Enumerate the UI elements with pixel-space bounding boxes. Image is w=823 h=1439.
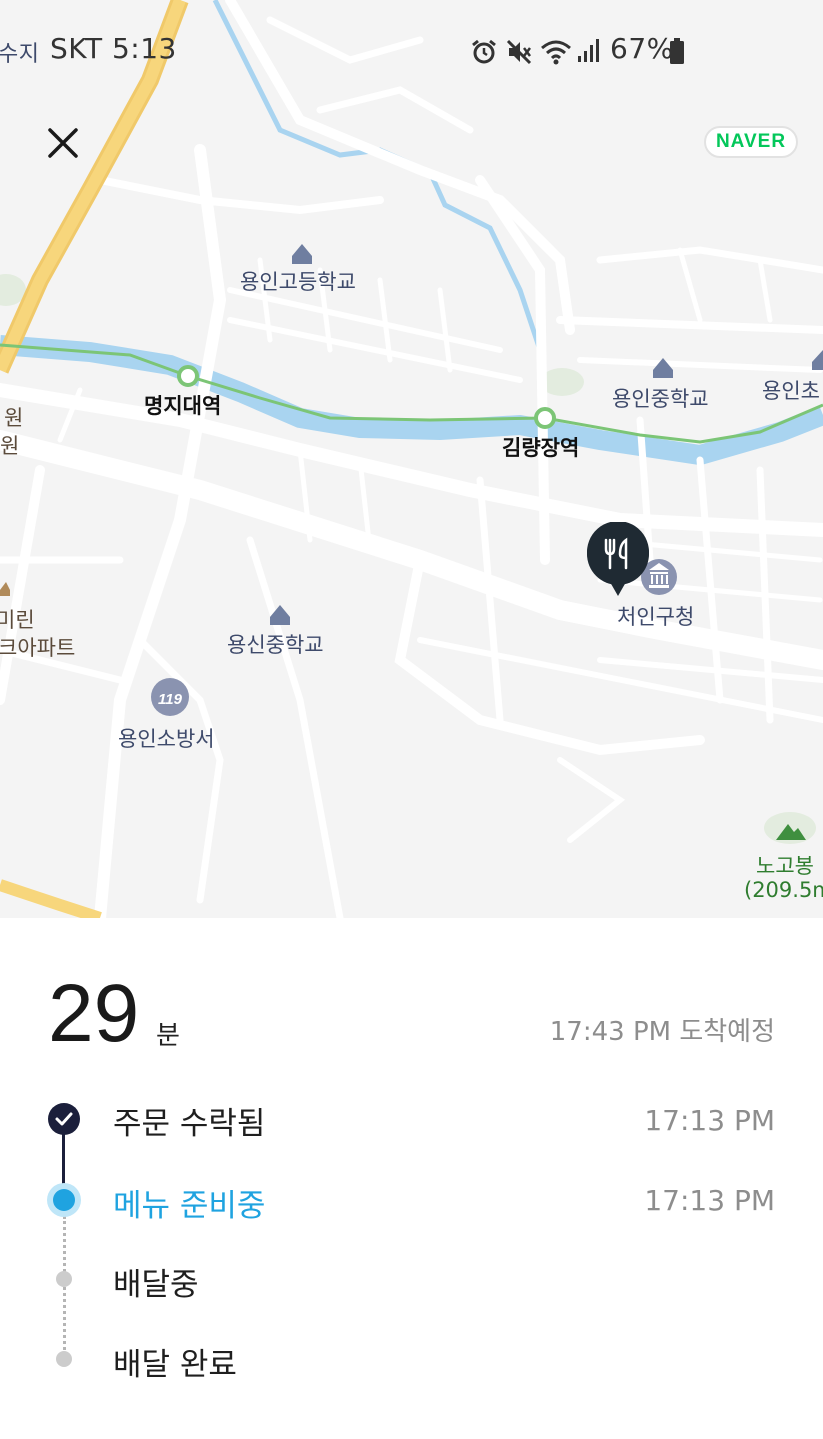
map-label-left-a: 원 xyxy=(4,406,24,430)
battery-percent: 67% xyxy=(610,32,674,65)
step-pending-dot xyxy=(56,1271,72,1287)
naver-logo: NAVER xyxy=(704,126,798,158)
step-pending-dot xyxy=(56,1351,72,1367)
close-button[interactable] xyxy=(38,118,88,168)
eta-minutes: 29 xyxy=(48,968,140,1059)
svg-text:119: 119 xyxy=(158,691,183,708)
mute-icon xyxy=(506,39,532,65)
map-label-mountain: 노고봉 xyxy=(756,854,814,878)
step-active-dot xyxy=(47,1183,81,1217)
check-icon xyxy=(55,1112,73,1126)
battery-icon xyxy=(670,38,684,64)
restaurant-pin-icon[interactable] xyxy=(586,522,650,598)
step-label-accepted: 주문 수락됨 xyxy=(113,1106,266,1142)
step-label-delivered: 배달 완료 xyxy=(113,1347,237,1383)
map-label-mountain-height: (209.5m xyxy=(744,878,823,902)
map-label-gov[interactable]: 처인구청 xyxy=(617,601,694,631)
eta-arrival-time: 17:43 PM 도착예정 xyxy=(549,1017,775,1047)
map-view[interactable]: 119 수지 SKT 5:13 67% NAVER 용인고등학교 명지대역 용인… xyxy=(0,0,823,918)
step-time-accepted: 17:13 PM xyxy=(644,1104,775,1137)
map-canvas[interactable]: 119 xyxy=(0,0,823,918)
map-label-school-middle[interactable]: 용인중학교 xyxy=(612,383,709,413)
status-carrier-time: SKT 5:13 xyxy=(50,32,177,65)
restaurant-pin[interactable] xyxy=(586,522,650,598)
eta-unit: 분 xyxy=(156,1021,180,1051)
map-label-school-yongsin[interactable]: 용신중학교 xyxy=(227,629,324,659)
map-label-station-myongji[interactable]: 명지대역 xyxy=(144,390,221,420)
signal-icon xyxy=(578,39,599,62)
step-label-preparing: 메뉴 준비중 xyxy=(113,1188,266,1224)
map-label-school-high[interactable]: 용인고등학교 xyxy=(240,266,356,296)
map-label-left-b: 원 xyxy=(0,434,20,458)
school-icon xyxy=(812,350,823,370)
school-icon xyxy=(292,244,312,264)
close-icon[interactable] xyxy=(38,118,88,168)
delivery-status-sheet: 29 분 17:43 PM 도착예정 주문 수락됨 17:13 PM 메뉴 준비… xyxy=(0,918,823,1439)
step-label-delivering: 배달중 xyxy=(113,1267,199,1303)
status-prev-place: 수지 xyxy=(0,42,40,67)
map-label-apt-b: 크아파트 xyxy=(0,636,76,660)
map-label-school-elem[interactable]: 용인초 xyxy=(762,375,820,405)
map-label-station-gimryang[interactable]: 김량장역 xyxy=(502,432,579,462)
map-label-apt-a: 미린 xyxy=(0,608,35,632)
alarm-icon xyxy=(472,39,496,64)
map-label-fire-station[interactable]: 용인소방서 xyxy=(118,723,215,753)
wifi-icon xyxy=(541,40,571,65)
step-done-dot xyxy=(48,1103,80,1135)
step-time-preparing: 17:13 PM xyxy=(644,1184,775,1217)
